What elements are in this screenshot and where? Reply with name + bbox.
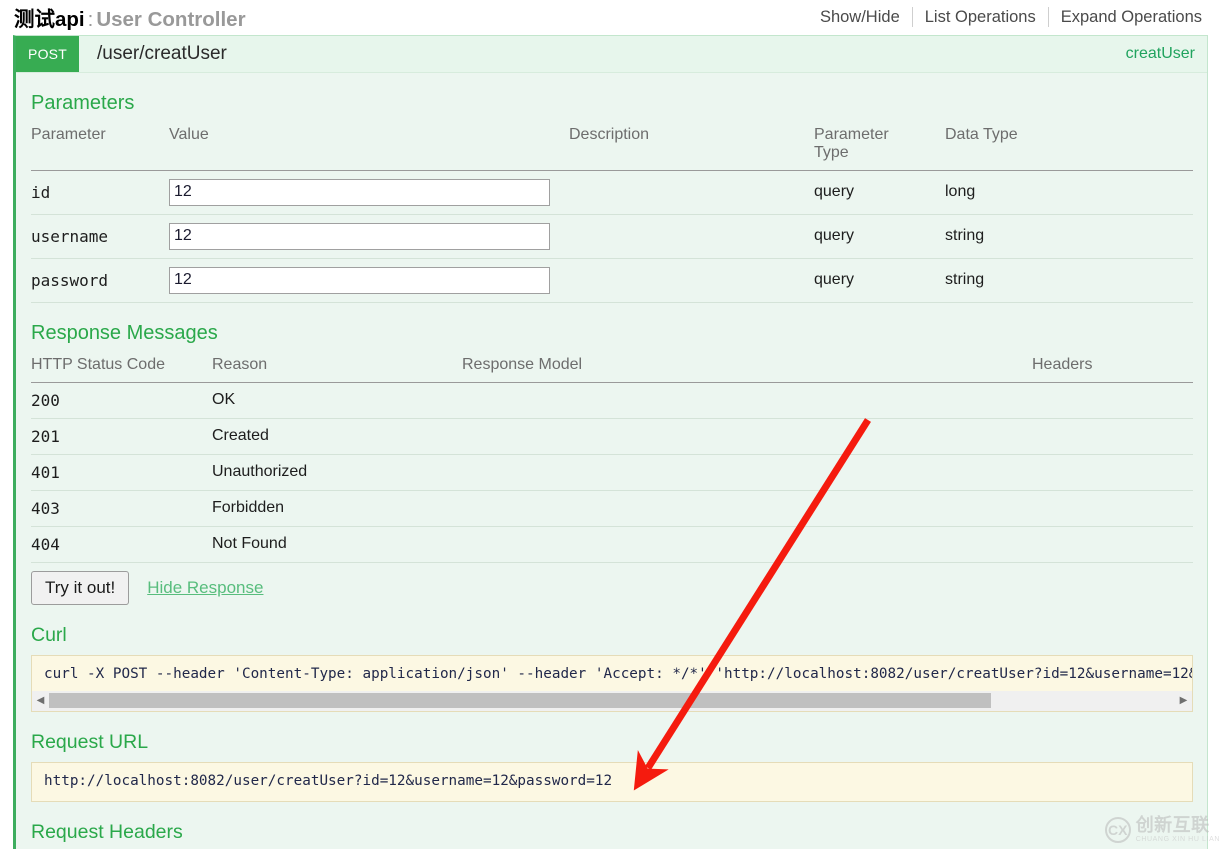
th-parameter-type-line2: Type: [814, 144, 849, 161]
th-response-model: Response Model: [462, 353, 1032, 382]
response-status-code: 403: [31, 490, 212, 526]
curl-section-title: Curl: [31, 624, 1193, 647]
th-value: Value: [169, 123, 569, 170]
try-it-out-button[interactable]: Try it out!: [31, 571, 129, 605]
expand-operations-link[interactable]: Expand Operations: [1049, 8, 1214, 27]
scroll-right-arrow-icon[interactable]: ▶: [1175, 691, 1192, 710]
response-status-code: 401: [31, 454, 212, 490]
response-reason: Unauthorized: [212, 454, 462, 490]
swagger-ui-page: 测试api:User Controller Show/Hide List Ope…: [0, 0, 1228, 849]
th-headers: Headers: [1032, 353, 1193, 382]
request-url-value[interactable]: http://localhost:8082/user/creatUser?id=…: [31, 762, 1193, 802]
table-row: username query string: [31, 214, 1193, 258]
response-status-code: 404: [31, 526, 212, 562]
response-messages-header-row: HTTP Status Code Reason Response Model H…: [31, 353, 1193, 382]
title-separator: :: [85, 8, 97, 31]
parameter-data-type: string: [945, 258, 1193, 302]
response-reason: Forbidden: [212, 490, 462, 526]
parameter-description: [569, 214, 814, 258]
parameter-name: id: [31, 170, 169, 214]
parameters-table: Parameter Value Description ParameterTyp…: [31, 123, 1193, 303]
response-headers: [1032, 526, 1193, 562]
table-row: id query long: [31, 170, 1193, 214]
th-parameter-type: ParameterType: [814, 123, 945, 170]
response-headers: [1032, 490, 1193, 526]
parameter-data-type: long: [945, 170, 1193, 214]
parameter-value-cell: [169, 214, 569, 258]
parameter-value-input-id[interactable]: [169, 179, 550, 206]
resource-title-cn: 测试api: [14, 8, 85, 31]
parameter-name: username: [31, 214, 169, 258]
response-messages-section-title: Response Messages: [31, 322, 1193, 345]
response-reason: Not Found: [212, 526, 462, 562]
operation-heading[interactable]: POST /user/creatUser creatUser: [16, 36, 1207, 73]
response-headers: [1032, 454, 1193, 490]
request-headers-section-title: Request Headers: [31, 821, 1193, 844]
th-description: Description: [569, 123, 814, 170]
response-status-code: 201: [31, 418, 212, 454]
parameter-value-input-username[interactable]: [169, 223, 550, 250]
parameter-type: query: [814, 258, 945, 302]
parameter-description: [569, 170, 814, 214]
response-status-code: 200: [31, 382, 212, 418]
response-reason: Created: [212, 418, 462, 454]
response-headers: [1032, 382, 1193, 418]
parameter-type: query: [814, 214, 945, 258]
parameter-data-type: string: [945, 214, 1193, 258]
response-model: [462, 490, 1032, 526]
operation-path[interactable]: /user/creatUser: [79, 36, 227, 72]
parameters-section-title: Parameters: [31, 92, 1193, 115]
page-title: 测试api:User Controller: [14, 2, 246, 32]
request-url-section-title: Request URL: [31, 731, 1193, 754]
operation-body: Parameters Parameter Value Description P…: [16, 92, 1207, 849]
curl-command[interactable]: curl -X POST --header 'Content-Type: app…: [31, 655, 1193, 691]
parameter-value-cell: [169, 258, 569, 302]
response-model: [462, 526, 1032, 562]
response-model: [462, 454, 1032, 490]
response-messages-table: HTTP Status Code Reason Response Model H…: [31, 353, 1193, 563]
parameter-type: query: [814, 170, 945, 214]
table-row: 404 Not Found: [31, 526, 1193, 562]
resource-header: 测试api:User Controller Show/Hide List Ope…: [0, 0, 1228, 34]
th-data-type: Data Type: [945, 123, 1193, 170]
list-operations-link[interactable]: List Operations: [913, 8, 1048, 27]
table-row: 201 Created: [31, 418, 1193, 454]
resource-controller-name: User Controller: [96, 8, 245, 31]
scrollbar-thumb[interactable]: [49, 693, 991, 708]
table-row: 401 Unauthorized: [31, 454, 1193, 490]
parameter-value-input-password[interactable]: [169, 267, 550, 294]
response-model: [462, 382, 1032, 418]
table-row: password query string: [31, 258, 1193, 302]
response-model: [462, 418, 1032, 454]
scrollbar-track[interactable]: [991, 691, 1175, 710]
table-row: 200 OK: [31, 382, 1193, 418]
table-row: 403 Forbidden: [31, 490, 1193, 526]
parameter-value-cell: [169, 170, 569, 214]
th-http-status-code: HTTP Status Code: [31, 353, 212, 382]
parameter-description: [569, 258, 814, 302]
parameter-name: password: [31, 258, 169, 302]
operation-panel: POST /user/creatUser creatUser Parameter…: [13, 35, 1208, 849]
http-method-badge: POST: [16, 36, 79, 72]
hide-response-link[interactable]: Hide Response: [147, 578, 263, 598]
show-hide-link[interactable]: Show/Hide: [808, 8, 912, 27]
response-headers: [1032, 418, 1193, 454]
th-parameter-type-line1: Parameter: [814, 126, 889, 143]
operation-actions: Try it out! Hide Response: [31, 571, 1193, 605]
th-parameter: Parameter: [31, 123, 169, 170]
parameters-table-header-row: Parameter Value Description ParameterTyp…: [31, 123, 1193, 170]
resource-operations-links: Show/Hide List Operations Expand Operati…: [808, 7, 1214, 27]
operation-nickname[interactable]: creatUser: [1126, 36, 1207, 72]
scroll-left-arrow-icon[interactable]: ◀: [32, 691, 49, 710]
curl-horizontal-scrollbar[interactable]: ◀ ▶: [31, 691, 1193, 712]
th-reason: Reason: [212, 353, 462, 382]
response-reason: OK: [212, 382, 462, 418]
